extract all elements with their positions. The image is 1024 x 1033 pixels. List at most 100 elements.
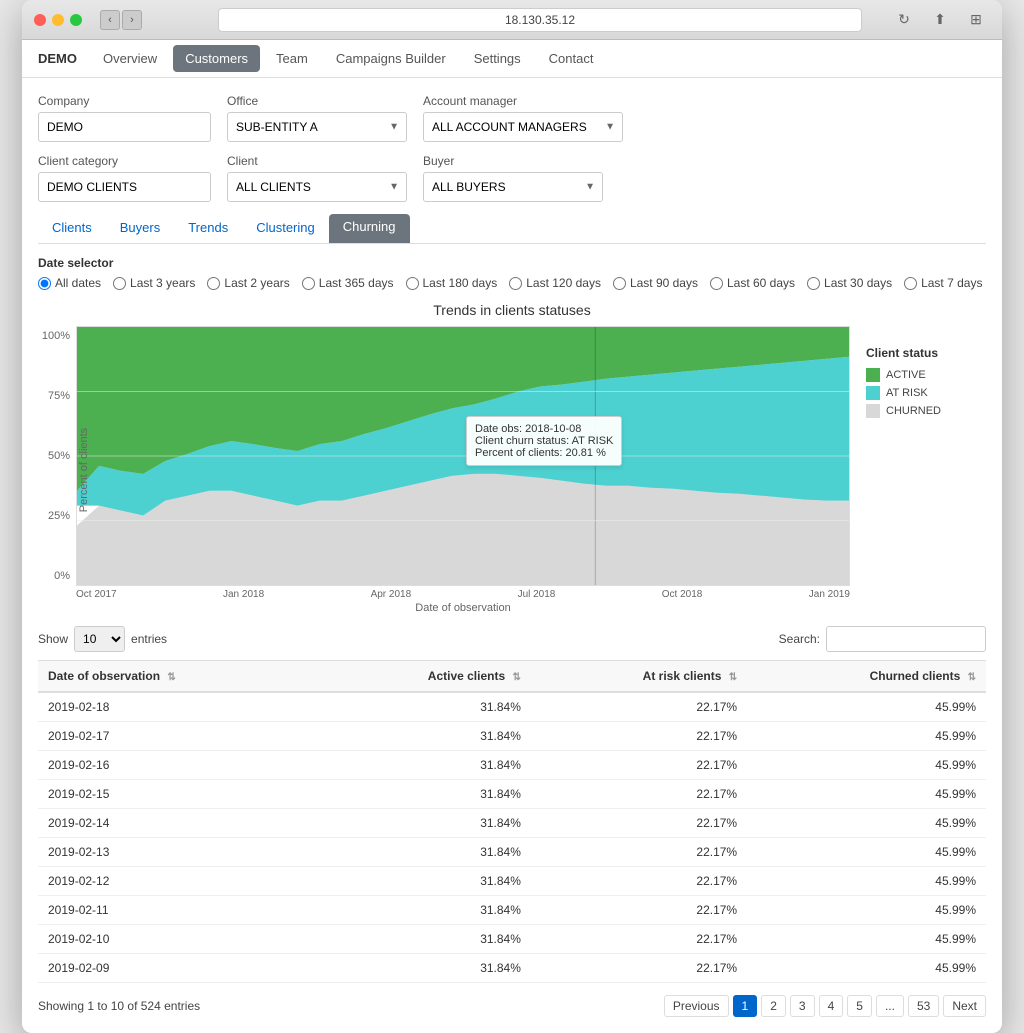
page-5-button[interactable]: 5 xyxy=(847,995,872,1017)
cell-active: 31.84% xyxy=(317,954,531,983)
cell-date: 2019-02-10 xyxy=(38,925,317,954)
tab-churning[interactable]: Churning xyxy=(329,214,410,243)
filter-row-1: Company Office SUB-ENTITY A Account mana… xyxy=(38,94,986,142)
page-53-button[interactable]: 53 xyxy=(908,995,939,1017)
forward-button[interactable]: › xyxy=(122,10,142,30)
cell-active: 31.84% xyxy=(317,692,531,722)
back-button[interactable]: ‹ xyxy=(100,10,120,30)
table-row: 2019-02-18 31.84% 22.17% 45.99% xyxy=(38,692,986,722)
table-row: 2019-02-11 31.84% 22.17% 45.99% xyxy=(38,896,986,925)
maximize-button[interactable] xyxy=(70,14,82,26)
nav-customers[interactable]: Customers xyxy=(173,45,260,72)
account-manager-select[interactable]: ALL ACCOUNT MANAGERS xyxy=(423,112,623,142)
radio-120days[interactable]: Last 120 days xyxy=(509,276,601,290)
entries-select[interactable]: 10 25 50 100 xyxy=(74,626,125,652)
cell-atrisk: 22.17% xyxy=(531,838,747,867)
cell-churned: 45.99% xyxy=(747,954,986,983)
table-row: 2019-02-16 31.84% 22.17% 45.99% xyxy=(38,751,986,780)
share-button[interactable]: ⬆ xyxy=(926,10,954,30)
reload-button[interactable]: ↻ xyxy=(890,10,918,30)
nav-contact[interactable]: Contact xyxy=(537,45,606,72)
cell-atrisk: 22.17% xyxy=(531,692,747,722)
y-tick-75: 75% xyxy=(48,390,70,402)
sort-active-icon: ⇅ xyxy=(513,672,521,683)
search-input[interactable] xyxy=(826,626,986,652)
table-row: 2019-02-12 31.84% 22.17% 45.99% xyxy=(38,867,986,896)
x-tick-oct18: Oct 2018 xyxy=(662,589,703,600)
new-tab-button[interactable]: ⊞ xyxy=(962,10,990,30)
radio-30days[interactable]: Last 30 days xyxy=(807,276,892,290)
col-date[interactable]: Date of observation ⇅ xyxy=(38,661,317,693)
cell-active: 31.84% xyxy=(317,780,531,809)
radio-90days[interactable]: Last 90 days xyxy=(613,276,698,290)
next-button[interactable]: Next xyxy=(943,995,986,1017)
nav-settings[interactable]: Settings xyxy=(462,45,533,72)
x-axis-label: Date of observation xyxy=(76,602,850,614)
nav-team[interactable]: Team xyxy=(264,45,320,72)
tab-buyers[interactable]: Buyers xyxy=(106,214,174,243)
sort-atrisk-icon: ⇅ xyxy=(729,672,737,683)
cell-active: 31.84% xyxy=(317,722,531,751)
client-category-input[interactable] xyxy=(38,172,211,202)
minimize-button[interactable] xyxy=(52,14,64,26)
data-table: Date of observation ⇅ Active clients ⇅ A… xyxy=(38,660,986,983)
filter-row-2: Client category Client ALL CLIENTS Buyer… xyxy=(38,154,986,202)
account-manager-filter: Account manager ALL ACCOUNT MANAGERS xyxy=(423,94,623,142)
page-2-button[interactable]: 2 xyxy=(761,995,786,1017)
legend-at-risk: AT RISK xyxy=(866,386,986,400)
show-label: Show xyxy=(38,632,68,646)
table-controls: Show 10 25 50 100 entries Search: xyxy=(38,626,986,652)
radio-60days[interactable]: Last 60 days xyxy=(710,276,795,290)
nav-campaigns[interactable]: Campaigns Builder xyxy=(324,45,458,72)
x-tick-apr18: Apr 2018 xyxy=(371,589,412,600)
legend-active-label: ACTIVE xyxy=(886,369,926,381)
entries-label: entries xyxy=(131,632,167,646)
nav-overview[interactable]: Overview xyxy=(91,45,169,72)
cell-active: 31.84% xyxy=(317,867,531,896)
office-label: Office xyxy=(227,94,407,108)
legend-atrisk-label: AT RISK xyxy=(886,387,928,399)
chart-title: Trends in clients statuses xyxy=(38,302,986,318)
client-select[interactable]: ALL CLIENTS xyxy=(227,172,407,202)
radio-365days[interactable]: Last 365 days xyxy=(302,276,394,290)
cell-churned: 45.99% xyxy=(747,838,986,867)
buyer-select[interactable]: ALL BUYERS xyxy=(423,172,603,202)
col-active[interactable]: Active clients ⇅ xyxy=(317,661,531,693)
search-label: Search: xyxy=(779,632,820,646)
cell-churned: 45.99% xyxy=(747,692,986,722)
radio-3years[interactable]: Last 3 years xyxy=(113,276,195,290)
cell-date: 2019-02-15 xyxy=(38,780,317,809)
page-4-button[interactable]: 4 xyxy=(819,995,844,1017)
cell-date: 2019-02-12 xyxy=(38,867,317,896)
radio-all-dates[interactable]: All dates xyxy=(38,276,101,290)
tab-trends[interactable]: Trends xyxy=(174,214,242,243)
company-input[interactable] xyxy=(38,112,211,142)
search-box: Search: xyxy=(779,626,986,652)
radio-7days[interactable]: Last 7 days xyxy=(904,276,982,290)
cell-active: 31.84% xyxy=(317,809,531,838)
address-bar[interactable]: 18.130.35.12 xyxy=(218,8,862,32)
cell-atrisk: 22.17% xyxy=(531,954,747,983)
office-filter: Office SUB-ENTITY A xyxy=(227,94,407,142)
radio-2years[interactable]: Last 2 years xyxy=(207,276,289,290)
office-select[interactable]: SUB-ENTITY A xyxy=(227,112,407,142)
table-row: 2019-02-17 31.84% 22.17% 45.99% xyxy=(38,722,986,751)
date-selector: Date selector All dates Last 3 years Las… xyxy=(38,256,986,290)
chart-area: 100% 75% 50% 25% 0% Percent of clients xyxy=(38,326,850,614)
prev-button[interactable]: Previous xyxy=(664,995,729,1017)
radio-180days[interactable]: Last 180 days xyxy=(406,276,498,290)
col-at-risk[interactable]: At risk clients ⇅ xyxy=(531,661,747,693)
account-manager-label: Account manager xyxy=(423,94,623,108)
chart-legend: Client status ACTIVE AT RISK CHURNED xyxy=(866,326,986,614)
cell-churned: 45.99% xyxy=(747,722,986,751)
cell-date: 2019-02-16 xyxy=(38,751,317,780)
tab-clients[interactable]: Clients xyxy=(38,214,106,243)
cell-churned: 45.99% xyxy=(747,751,986,780)
y-axis-label: Percent of clients xyxy=(78,428,90,512)
tab-clustering[interactable]: Clustering xyxy=(242,214,329,243)
page-1-button[interactable]: 1 xyxy=(733,995,758,1017)
cell-date: 2019-02-14 xyxy=(38,809,317,838)
close-button[interactable] xyxy=(34,14,46,26)
page-3-button[interactable]: 3 xyxy=(790,995,815,1017)
col-churned[interactable]: Churned clients ⇅ xyxy=(747,661,986,693)
